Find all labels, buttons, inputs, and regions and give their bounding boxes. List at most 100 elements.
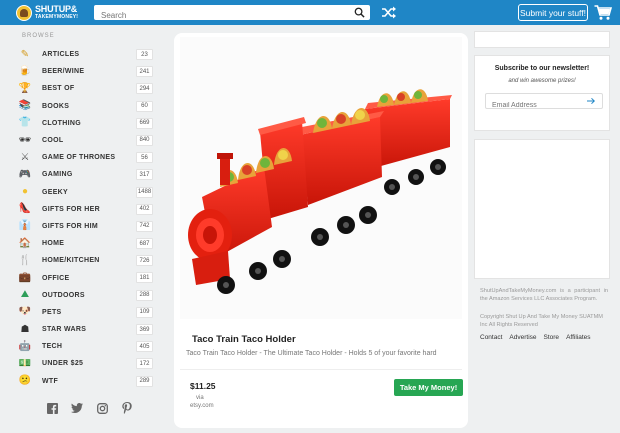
sidebar-item-label: PETS	[42, 308, 62, 316]
stormtrooper-icon: ☗	[20, 323, 30, 335]
footer-link-advertise[interactable]: Advertise	[509, 334, 536, 341]
facebook-icon[interactable]	[46, 402, 58, 414]
shirt-icon: 👕	[18, 117, 32, 129]
submit-stuff-button[interactable]: Submit your stuff!	[518, 4, 588, 21]
footer-links: Contact Advertise Store Affiliates	[480, 334, 591, 341]
sidebar-item-under-25[interactable]: 💵 UNDER $25 172	[19, 355, 153, 372]
footer-link-affiliates[interactable]: Affiliates	[566, 334, 590, 341]
sidebar-item-label: BEER/WINE	[42, 68, 85, 76]
sidebar-item-cool[interactable]: 🕶 COOL 840	[19, 132, 153, 149]
email-input[interactable]	[486, 98, 582, 113]
top-navbar: SHUTUP& TAKEMYMONEY! Submit your stuff!	[0, 0, 620, 25]
sidebar-item-count: 726	[136, 255, 153, 267]
sidebar-item-label: HOME	[42, 240, 65, 248]
house-icon: 🏠	[18, 237, 32, 249]
sidebar-item-label: COOL	[42, 137, 64, 145]
search-icon[interactable]	[354, 7, 365, 18]
sidebar-item-outdoors[interactable]: ⛰ OUTDOORS 288	[19, 287, 153, 304]
sidebar-item-books[interactable]: 📚 BOOKS 60	[19, 98, 153, 115]
sidebar-item-articles[interactable]: ✎ ARTICLES 23	[19, 46, 153, 63]
dog-icon: 🐶	[18, 306, 32, 318]
sidebar-item-count: 181	[136, 272, 153, 284]
sidebar-item-gifts-for-her[interactable]: 👠 GIFTS FOR HER 402	[19, 201, 153, 218]
browse-heading: BROWSE	[22, 33, 55, 39]
newsletter-field	[485, 93, 603, 113]
product-image[interactable]	[180, 37, 462, 319]
money-icon: 💵	[18, 357, 32, 369]
tie-icon: 👔	[18, 220, 32, 232]
sidebar-item-label: OFFICE	[42, 274, 70, 282]
sidebar-item-game-of-thrones[interactable]: ⚔ GAME OF THRONES 56	[19, 149, 153, 166]
sidebar-item-best-of[interactable]: 🏆 BEST OF 294	[19, 80, 153, 97]
footer-link-store[interactable]: Store	[544, 334, 560, 341]
search-bar	[94, 5, 370, 23]
product-card[interactable]: Taco Train Taco Holder Taco Train Taco H…	[174, 33, 468, 428]
sidebar-item-label: BOOKS	[42, 102, 70, 110]
gamepad-icon: 🎮	[18, 168, 32, 180]
taco-train-illustration	[188, 89, 452, 294]
briefcase-icon: 💼	[18, 272, 32, 284]
pacman-icon: ●	[21, 186, 29, 198]
via-label: via	[196, 395, 204, 401]
sidebar-item-beer-wine[interactable]: 🍺 BEER/WINE 241	[19, 63, 153, 80]
sidebar-item-office[interactable]: 💼 OFFICE 181	[19, 269, 153, 286]
newsletter-subtitle: and win awesome prizes!	[508, 78, 576, 84]
ad-placeholder	[474, 139, 610, 279]
take-my-money-button[interactable]: Take My Money!	[394, 379, 463, 396]
robot-icon: 🤖	[18, 340, 32, 352]
sidebar-item-home[interactable]: 🏠 HOME 687	[19, 235, 153, 252]
sidebar-item-count: 687	[136, 238, 153, 250]
sidebar-item-gifts-for-him[interactable]: 👔 GIFTS FOR HIM 742	[19, 218, 153, 235]
footer-link-contact[interactable]: Contact	[480, 334, 502, 341]
sidebar-item-count: 60	[136, 100, 153, 112]
sidebar-item-geeky[interactable]: ● GEEKY 1488	[19, 184, 153, 201]
sidebar-item-count: 402	[136, 203, 153, 215]
sidebar-item-star-wars[interactable]: ☗ STAR WARS 369	[19, 321, 153, 338]
product-price: $11.25	[190, 381, 216, 391]
sidebar-item-label: GIFTS FOR HIM	[42, 222, 99, 230]
sidebar-item-count: 369	[136, 324, 153, 335]
sidebar-item-wtf[interactable]: 😕 WTF 289	[19, 373, 153, 390]
sidebar-item-label: OUTDOORS	[42, 291, 85, 299]
sidebar-item-count: 172	[136, 358, 153, 370]
sidebar-item-label: UNDER $25	[42, 360, 84, 368]
pinterest-icon[interactable]	[121, 402, 133, 414]
search-input[interactable]	[94, 8, 344, 23]
sidebar-item-home-kitchen[interactable]: 🍴 HOME/KITCHEN 726	[19, 252, 153, 269]
logo-line-1: SHUTUP&	[35, 4, 78, 14]
sidebar-item-label: GAME OF THRONES	[42, 154, 116, 162]
sidebar-item-label: GEEKY	[42, 188, 69, 196]
sidebar-item-clothing[interactable]: 👕 CLOTHING 669	[19, 115, 153, 132]
sidebar-item-count: 1488	[136, 186, 153, 198]
sidebar-item-gaming[interactable]: 🎮 GAMING 317	[19, 166, 153, 183]
sidebar-item-count: 288	[136, 289, 153, 301]
right-top-box	[474, 31, 610, 48]
sidebar-item-count: 669	[136, 117, 153, 129]
arrow-right-icon[interactable]	[587, 97, 595, 105]
logo-line-2: TAKEMYMONEY!	[35, 14, 79, 20]
site-logo[interactable]: SHUTUP& TAKEMYMONEY!	[16, 3, 78, 22]
product-source[interactable]: etsy.com	[190, 403, 214, 409]
instagram-icon[interactable]	[96, 402, 108, 414]
sidebar-item-pets[interactable]: 🐶 PETS 109	[19, 304, 153, 321]
sidebar-item-count: 23	[136, 49, 153, 60]
card-divider	[180, 369, 462, 370]
sidebar-item-count: 241	[136, 66, 153, 78]
twitter-icon[interactable]	[71, 402, 83, 414]
sidebar-item-count: 56	[136, 152, 153, 164]
sidebar-item-label: CLOTHING	[42, 119, 81, 127]
sidebar-item-label: ARTICLES	[42, 51, 80, 59]
copyright-text: Copyright Shut Up And Take My Money SUAT…	[480, 314, 603, 329]
product-title[interactable]: Taco Train Taco Holder	[192, 334, 296, 345]
social-links	[46, 402, 133, 414]
sidebar-item-count: 289	[136, 375, 153, 387]
sidebar-item-tech[interactable]: 🤖 TECH 405	[19, 338, 153, 355]
kitchen-icon: 🍴	[18, 254, 32, 266]
mountain-icon: ⛰	[20, 289, 30, 301]
sidebar-item-label: WTF	[42, 377, 59, 385]
shuffle-icon[interactable]	[381, 5, 397, 20]
sidebar-item-count: 742	[136, 220, 153, 232]
cart-icon[interactable]	[594, 4, 612, 21]
sidebar-item-count: 294	[136, 83, 153, 95]
newsletter-title: Subscribe to our newsletter!	[494, 65, 590, 72]
